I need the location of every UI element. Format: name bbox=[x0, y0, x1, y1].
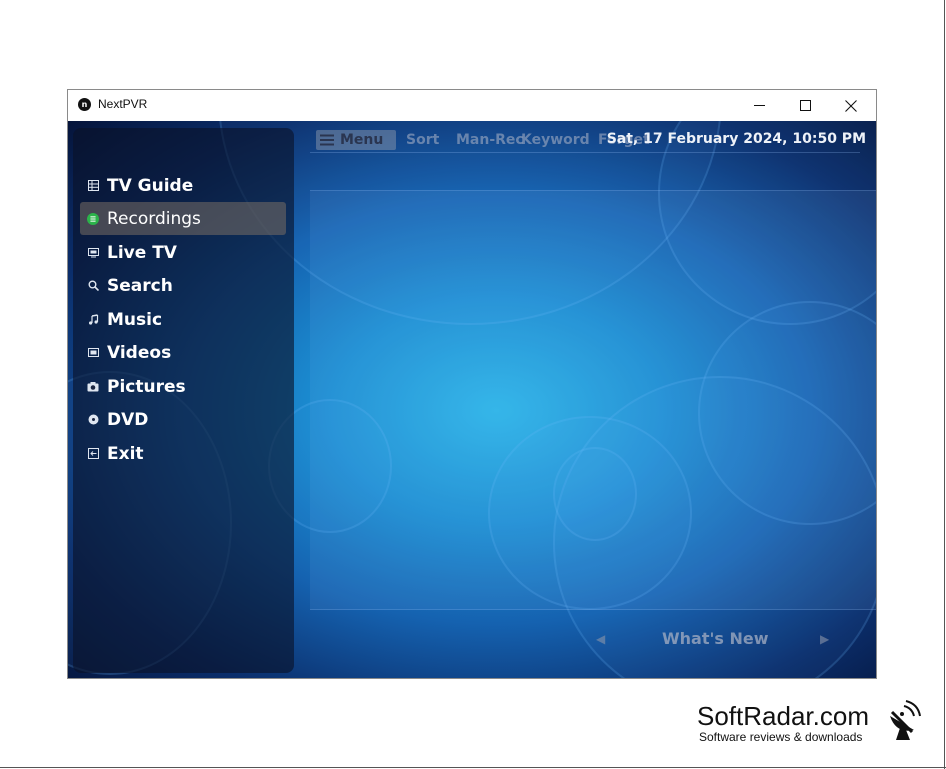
sidebar-item-music[interactable]: Music bbox=[80, 303, 286, 336]
minimize-button[interactable] bbox=[736, 90, 782, 121]
maximize-button[interactable] bbox=[782, 90, 828, 121]
man-rec-link[interactable]: Man-Rec bbox=[456, 132, 524, 148]
watermark-tagline: Software reviews & downloads bbox=[699, 730, 863, 744]
sidebar-item-label: Music bbox=[107, 309, 163, 330]
maximize-icon bbox=[799, 100, 811, 111]
satellite-dish-icon bbox=[890, 700, 921, 740]
app-content: TV Guide Recordings Live TV Search Music… bbox=[68, 121, 876, 678]
sidebar-item-live-tv[interactable]: Live TV bbox=[80, 236, 286, 269]
sidebar-item-label: Exit bbox=[107, 443, 144, 464]
page-border bbox=[0, 767, 946, 768]
watermark-brand: SoftRadar.com bbox=[697, 701, 869, 731]
sidebar-item-recordings[interactable]: Recordings bbox=[80, 202, 286, 235]
sidebar-item-label: Recordings bbox=[107, 208, 201, 229]
title-bar[interactable]: n NextPVR bbox=[68, 90, 876, 121]
film-icon bbox=[87, 347, 99, 359]
divider bbox=[310, 152, 860, 153]
sidebar-item-label: Search bbox=[107, 275, 173, 296]
recordings-panel[interactable] bbox=[310, 190, 876, 610]
live-tv-icon bbox=[87, 247, 99, 259]
n-logo-icon: n bbox=[78, 98, 91, 111]
search-icon bbox=[87, 280, 99, 292]
sidebar-item-videos[interactable]: Videos bbox=[80, 336, 286, 369]
exit-icon bbox=[87, 448, 99, 460]
sidebar-item-dvd[interactable]: DVD bbox=[80, 403, 286, 436]
camera-icon bbox=[87, 381, 99, 393]
current-datetime: Sat, 17 February 2024, 10:50 PM bbox=[606, 131, 866, 147]
main-menu-sidebar: TV Guide Recordings Live TV Search Music… bbox=[73, 128, 294, 673]
view-switcher: ◀ What's New ▶ bbox=[310, 629, 876, 648]
close-icon bbox=[845, 99, 857, 112]
view-title: What's New bbox=[662, 629, 769, 648]
app-window: n NextPVR TV Guide Recordings Live TV Se… bbox=[67, 89, 877, 679]
sidebar-item-label: Live TV bbox=[107, 242, 177, 263]
keyword-link[interactable]: Keyword bbox=[521, 132, 590, 148]
music-note-icon bbox=[87, 314, 99, 326]
sidebar-item-tv-guide[interactable]: TV Guide bbox=[80, 169, 286, 202]
minimize-icon bbox=[753, 105, 765, 106]
sidebar-item-label: Videos bbox=[107, 342, 172, 363]
sidebar-item-exit[interactable]: Exit bbox=[80, 437, 286, 470]
sidebar-item-search[interactable]: Search bbox=[80, 269, 286, 302]
menu-button-label: Menu bbox=[340, 132, 384, 148]
hamburger-icon bbox=[320, 134, 334, 146]
next-view-arrow-icon[interactable]: ▶ bbox=[820, 632, 829, 646]
sidebar-item-label: TV Guide bbox=[107, 175, 194, 196]
page-border bbox=[944, 0, 945, 769]
recordings-icon bbox=[87, 212, 99, 225]
top-menu-bar: Menu Sort Man-Rec Keyword Forget Sat, 17… bbox=[310, 121, 876, 154]
tv-guide-icon bbox=[87, 180, 99, 192]
sidebar-item-pictures[interactable]: Pictures bbox=[80, 370, 286, 403]
sidebar-item-label: Pictures bbox=[107, 376, 186, 397]
sort-link[interactable]: Sort bbox=[406, 132, 439, 148]
sidebar-item-label: DVD bbox=[107, 409, 149, 430]
disc-icon bbox=[87, 414, 99, 426]
menu-button[interactable]: Menu bbox=[316, 130, 396, 150]
previous-view-arrow-icon[interactable]: ◀ bbox=[596, 632, 605, 646]
window-title: NextPVR bbox=[98, 97, 148, 111]
close-button[interactable] bbox=[828, 90, 874, 121]
